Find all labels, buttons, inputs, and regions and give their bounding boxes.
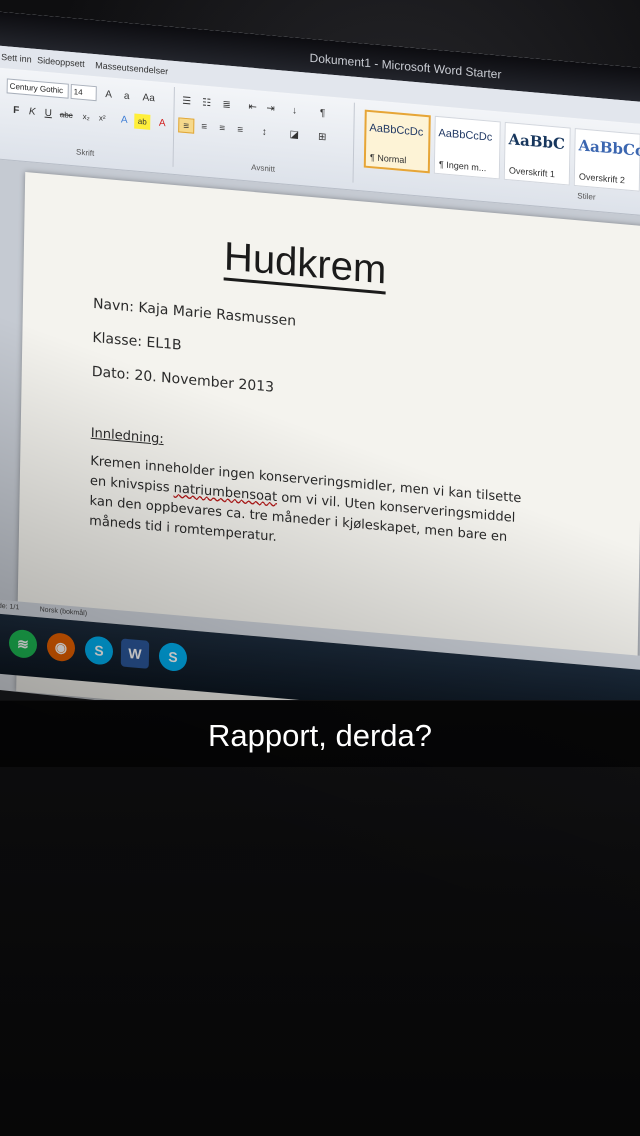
spotify-icon[interactable]: ≋ [8, 628, 38, 660]
subscript-icon[interactable]: x₂ [78, 109, 94, 125]
pilcrow-icon[interactable]: ¶ [315, 105, 331, 121]
name-line: Navn: Kaja Marie Rasmussen [92, 295, 297, 330]
intro-heading: Innledning: [90, 425, 164, 448]
class-line: Klasse: EL1B [92, 329, 182, 354]
caption-text: Rapport, derda? [207, 718, 433, 753]
language-indicator[interactable]: Norsk (bokmål) [40, 606, 88, 617]
body-text: en knivspiss [89, 473, 174, 496]
decrease-indent-icon[interactable]: ⇤ [245, 99, 261, 115]
strikethrough-icon[interactable]: abc [58, 107, 74, 123]
numbering-icon[interactable]: ☷ [199, 95, 215, 111]
date-line: Dato: 20. November 2013 [91, 363, 275, 396]
bold-icon[interactable]: F [8, 102, 24, 118]
font-size-box[interactable]: 14 [70, 83, 97, 102]
underline-icon[interactable]: U [40, 105, 56, 121]
align-center-icon[interactable]: ≡ [196, 119, 212, 135]
document-area: Hudkrem Navn: Kaja Marie Rasmussen Klass… [0, 157, 640, 746]
shrink-font-icon[interactable]: a [119, 88, 135, 104]
change-case-icon[interactable]: Aa [141, 90, 157, 106]
tab-insert[interactable]: Sett inn [1, 52, 32, 65]
style-sample: AaBbCcDc [438, 127, 493, 144]
word-icon[interactable]: W [120, 638, 150, 669]
tab-mailings[interactable]: Masseutsendelser [95, 60, 168, 76]
document-title: Hudkrem [223, 234, 387, 295]
line-spacing-icon[interactable]: ↕ [256, 124, 272, 140]
paragraph-group: ☰ ☷ ≣ ⇤ ⇥ ↓ ¶ ≡ ≡ ≡ ≡ ↕ ◪ ⊞ Avsnitt [173, 87, 355, 183]
superscript-icon[interactable]: x² [94, 110, 110, 126]
text-effects-icon[interactable]: A [116, 112, 132, 128]
style-heading-1[interactable]: AaBbC Overskrift 1 [503, 121, 571, 186]
shading-icon[interactable]: ◪ [286, 127, 302, 143]
caption-bar: Rapport, derda? [0, 701, 640, 767]
tab-page-layout[interactable]: Sideoppsett [37, 55, 85, 69]
page-count: Side: 1/1 [0, 602, 20, 612]
sort-icon[interactable]: ↓ [287, 103, 303, 119]
justify-icon[interactable]: ≡ [232, 122, 248, 138]
style-name: ¶ Ingen m... [438, 159, 487, 174]
font-name-box[interactable]: Century Gothic [6, 78, 69, 99]
monitor-screen: Dokument1 - Microsoft Word Starter Sett … [0, 10, 640, 761]
increase-indent-icon[interactable]: ⇥ [263, 101, 279, 117]
multilevel-list-icon[interactable]: ≣ [219, 97, 235, 113]
firefox-icon[interactable]: ◉ [46, 631, 76, 663]
highlight-icon[interactable]: ab [134, 113, 151, 130]
style-sample: AaBbCc [578, 136, 640, 160]
style-sample: AaBbCcDc [369, 122, 424, 139]
photo: Dokument1 - Microsoft Word Starter Sett … [0, 0, 640, 1136]
style-no-spacing[interactable]: AaBbCcDc ¶ Ingen m... [433, 115, 501, 180]
style-name: Overskrift 2 [578, 171, 626, 186]
style-normal[interactable]: AaBbCcDc ¶ Normal [363, 109, 431, 174]
align-left-icon[interactable]: ≡ [178, 117, 195, 134]
font-group: Century Gothic 14 A a Aa F K U abc x₂ x²… [0, 71, 175, 167]
italic-icon[interactable]: K [24, 104, 40, 120]
bullets-icon[interactable]: ☰ [179, 93, 195, 109]
align-right-icon[interactable]: ≡ [214, 120, 230, 136]
style-name: ¶ Normal [369, 152, 407, 166]
skype-icon[interactable]: S [84, 635, 114, 666]
style-heading-2[interactable]: AaBbCc Overskrift 2 [573, 127, 640, 192]
style-sample: AaBbC [508, 130, 566, 154]
grow-font-icon[interactable]: A [101, 87, 117, 103]
skype-icon[interactable]: S [158, 641, 188, 673]
style-name: Overskrift 1 [508, 165, 556, 180]
borders-icon[interactable]: ⊞ [314, 129, 330, 145]
font-color-icon[interactable]: A [154, 115, 170, 131]
